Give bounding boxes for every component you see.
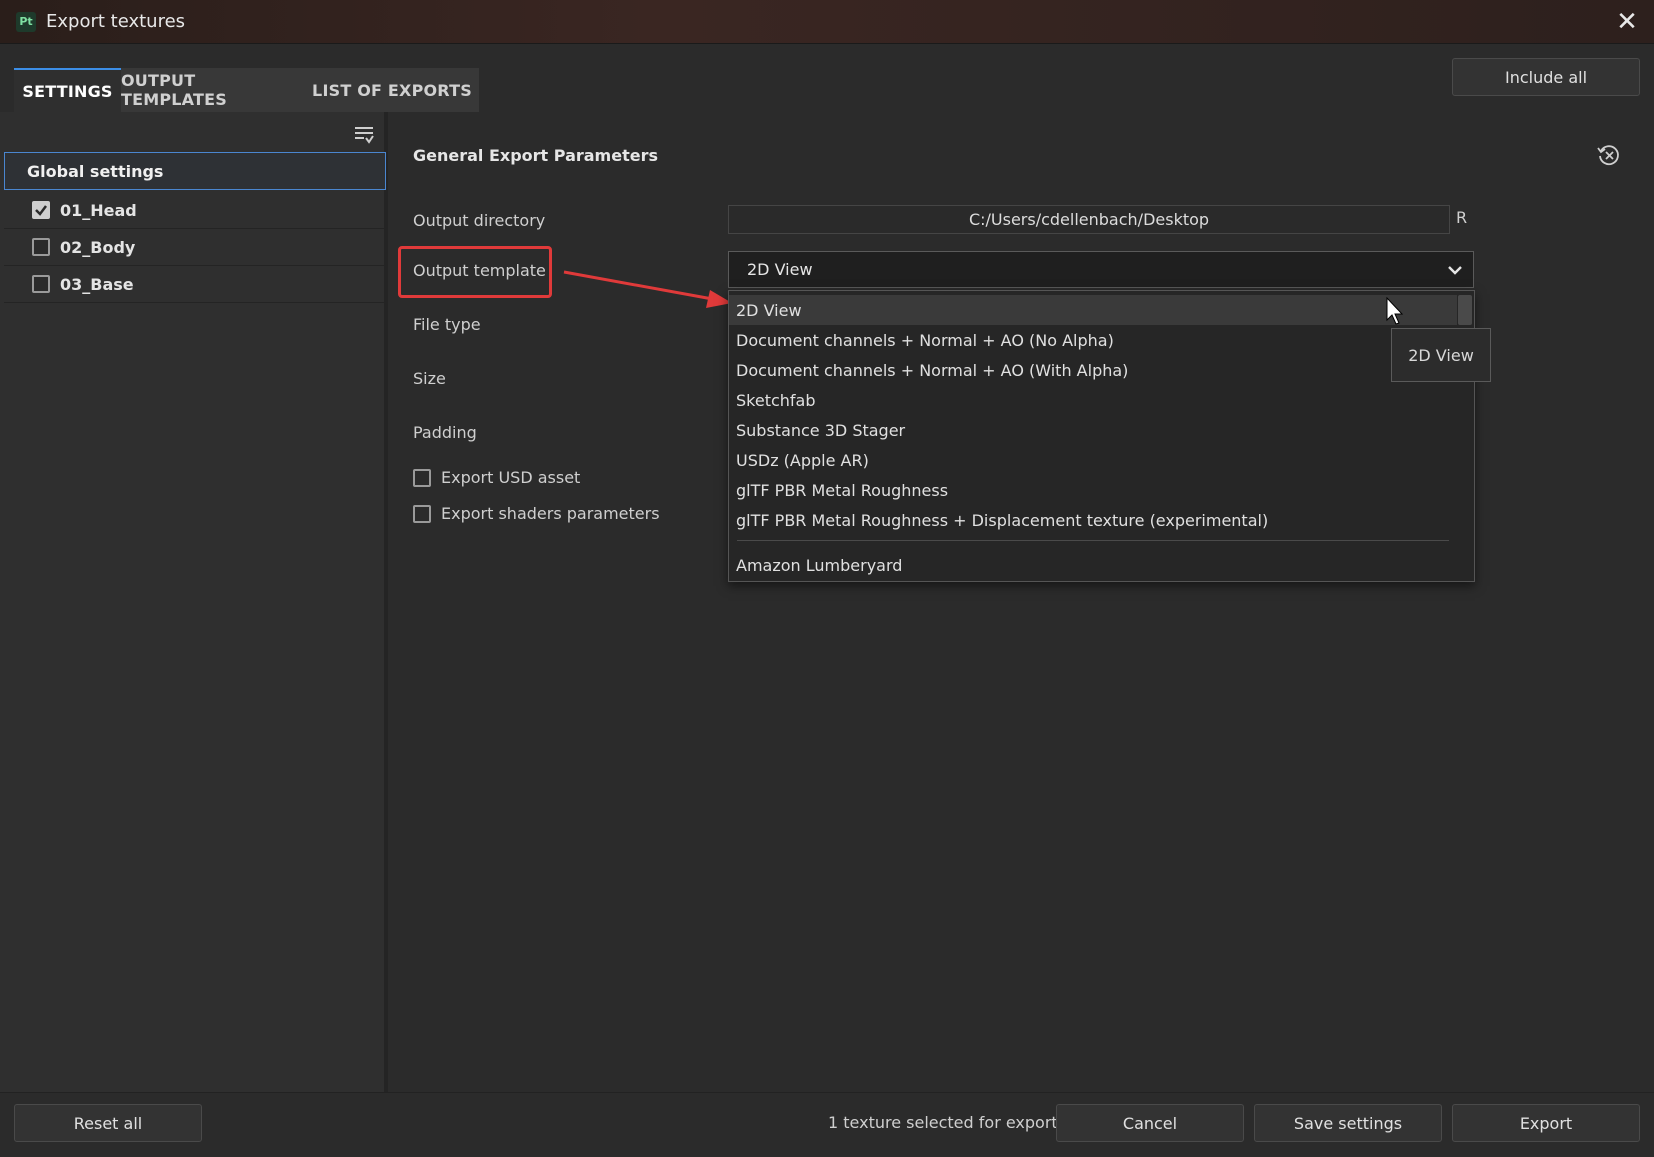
title-bar: Pt Export textures ✕ xyxy=(0,0,1654,44)
dropdown-option[interactable]: Sketchfab xyxy=(729,385,1457,415)
dropdown-separator xyxy=(737,540,1449,541)
annotation-highlight-box xyxy=(398,246,552,298)
export-usd-checkbox[interactable]: Export USD asset xyxy=(413,468,580,487)
output-template-dropdown: 2D View Document channels + Normal + AO … xyxy=(728,290,1475,582)
chevron-down-icon xyxy=(1448,266,1462,275)
texture-set-item[interactable]: 03_Base xyxy=(4,266,386,303)
include-all-button[interactable]: Include all xyxy=(1452,58,1640,96)
reset-icon[interactable] xyxy=(1596,142,1622,168)
dropdown-option[interactable]: glTF PBR Metal Roughness xyxy=(729,475,1457,505)
output-template-value: 2D View xyxy=(747,260,813,279)
texture-set-label: 03_Base xyxy=(60,274,134,294)
global-settings-item[interactable]: Global settings xyxy=(4,152,386,190)
tab-strip: SETTINGS OUTPUT TEMPLATES LIST OF EXPORT… xyxy=(0,44,1654,112)
texture-set-panel: Global settings 01_Head 02_Body 03_Base xyxy=(0,112,388,1092)
tab-output-templates[interactable]: OUTPUT TEMPLATES xyxy=(121,68,305,112)
export-button[interactable]: Export xyxy=(1452,1104,1640,1142)
size-label: Size xyxy=(413,369,446,388)
texture-set-label: 02_Body xyxy=(60,237,136,257)
padding-label: Padding xyxy=(413,423,477,442)
export-status-text: 1 texture selected for export xyxy=(828,1113,1058,1132)
export-usd-label: Export USD asset xyxy=(441,468,581,487)
texture-set-item[interactable]: 02_Body xyxy=(4,229,386,266)
file-type-label: File type xyxy=(413,315,481,334)
dropdown-option[interactable]: glTF PBR Metal Roughness + Displacement … xyxy=(729,505,1457,535)
cancel-button[interactable]: Cancel xyxy=(1056,1104,1244,1142)
export-shaders-label: Export shaders parameters xyxy=(441,504,660,523)
dropdown-option[interactable]: Document channels + Normal + AO (With Al… xyxy=(729,355,1457,385)
close-icon[interactable]: ✕ xyxy=(1614,9,1640,35)
checkbox-icon[interactable] xyxy=(32,275,50,293)
dropdown-option[interactable]: Substance 3D Stager xyxy=(729,415,1457,445)
output-directory-label: Output directory xyxy=(413,211,546,230)
dropdown-option[interactable]: USDz (Apple AR) xyxy=(729,445,1457,475)
annotation-arrow-icon xyxy=(563,270,732,308)
texture-set-item[interactable]: 01_Head xyxy=(4,192,386,229)
dropdown-scrollbar[interactable] xyxy=(1458,295,1472,325)
window-title: Export textures xyxy=(46,11,186,32)
checkbox-checked-icon[interactable] xyxy=(32,201,50,219)
texture-set-label: 01_Head xyxy=(60,200,137,220)
reset-all-button[interactable]: Reset all xyxy=(14,1104,202,1142)
tab-list-of-exports[interactable]: LIST OF EXPORTS xyxy=(305,68,479,112)
dropdown-option[interactable]: Amazon Lumberyard xyxy=(729,550,1457,580)
tooltip: 2D View xyxy=(1391,328,1491,382)
output-template-select[interactable]: 2D View xyxy=(728,251,1474,288)
export-parameters-panel: General Export Parameters Output directo… xyxy=(392,112,1654,1092)
save-settings-button[interactable]: Save settings xyxy=(1254,1104,1442,1142)
section-title: General Export Parameters xyxy=(413,146,658,165)
footer-bar: Reset all 1 texture selected for export … xyxy=(0,1092,1654,1157)
r-button[interactable]: R xyxy=(1456,208,1467,227)
output-directory-input[interactable]: C:/Users/cdellenbach/Desktop xyxy=(728,205,1450,234)
checkbox-icon[interactable] xyxy=(413,468,431,487)
app-logo-icon: Pt xyxy=(16,11,36,32)
checkbox-icon[interactable] xyxy=(32,238,50,256)
dropdown-option[interactable]: 2D View xyxy=(729,295,1457,325)
filter-list-icon[interactable] xyxy=(352,122,376,146)
mouse-cursor-icon xyxy=(1386,297,1404,325)
tab-settings[interactable]: SETTINGS xyxy=(14,68,121,112)
dropdown-option[interactable]: Document channels + Normal + AO (No Alph… xyxy=(729,325,1457,355)
export-shaders-checkbox[interactable]: Export shaders parameters xyxy=(413,504,660,523)
checkbox-icon[interactable] xyxy=(413,504,431,523)
